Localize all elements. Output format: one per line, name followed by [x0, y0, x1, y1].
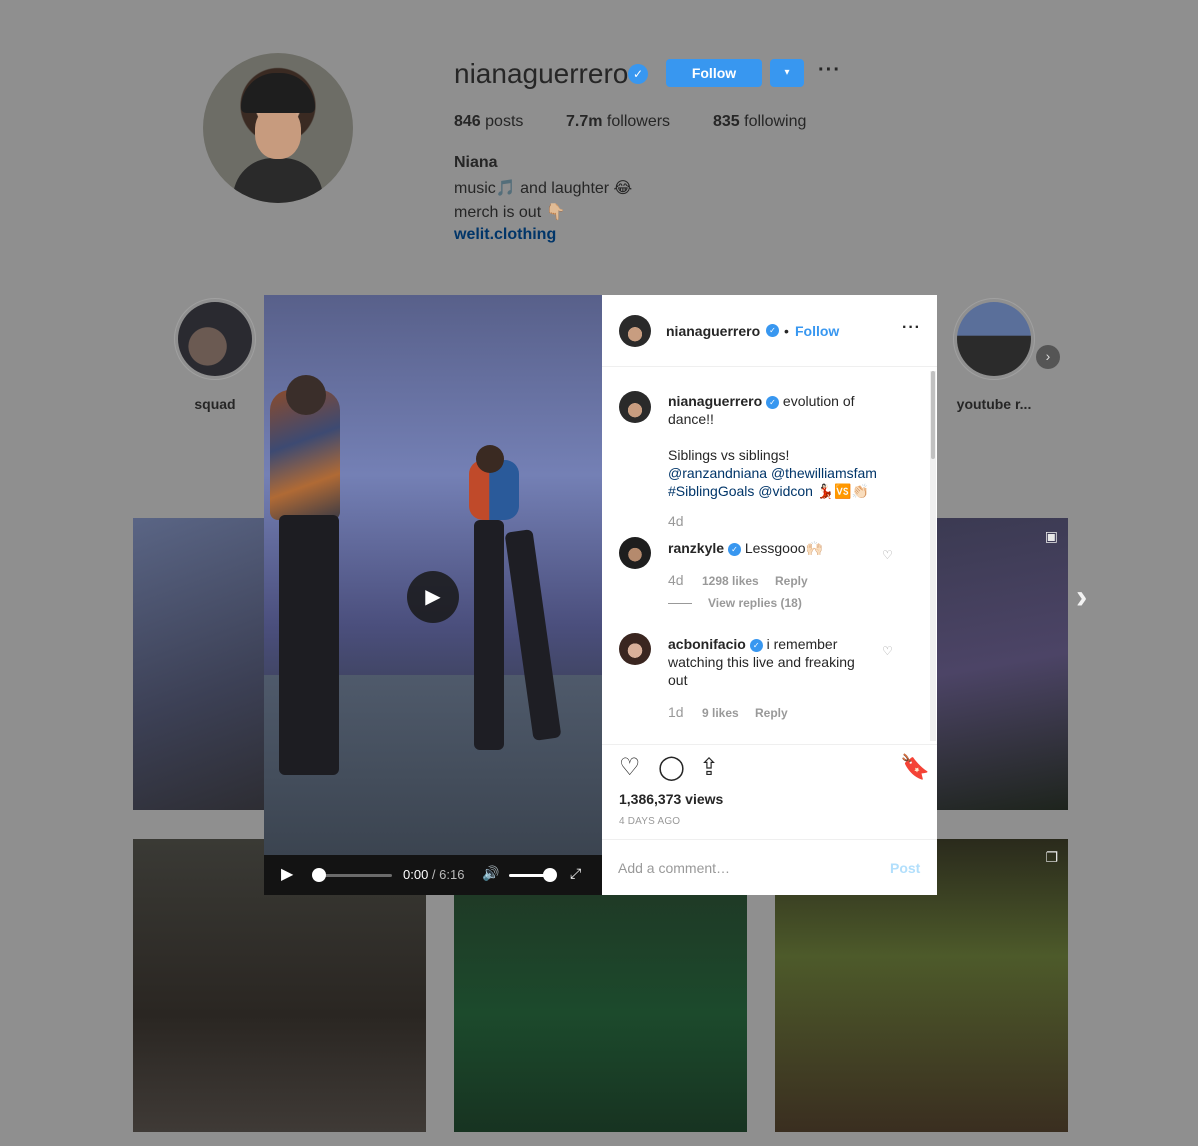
multiple-posts-icon: ❐	[1045, 849, 1058, 865]
highlight-youtube[interactable]: youtube r...	[953, 298, 1035, 412]
comments-scrollbar-thumb[interactable]	[931, 371, 935, 459]
reply-button[interactable]: Reply	[755, 706, 788, 720]
post-date: 4 DAYS AGO	[619, 816, 681, 827]
play-icon[interactable]: ▶	[281, 864, 293, 884]
highlight-label: youtube r...	[956, 396, 1032, 412]
header-follow-button[interactable]: Follow	[795, 323, 839, 339]
view-count[interactable]: 1,386,373 views	[619, 791, 723, 807]
avatar[interactable]	[619, 537, 651, 569]
stat-followers[interactable]: 7.7m followers	[566, 113, 670, 131]
mention-link[interactable]: @thewilliamsfam	[771, 465, 877, 481]
separator-dot: •	[784, 323, 789, 339]
follow-button[interactable]: Follow	[666, 59, 762, 87]
comment-username[interactable]: acbonifacio	[668, 636, 746, 652]
suggestions-dropdown-button[interactable]: ▾	[770, 59, 804, 87]
caption-username[interactable]: nianaguerrero	[668, 393, 762, 409]
post-options-icon[interactable]: ···	[902, 319, 921, 337]
bio-link[interactable]: welit.clothing	[454, 226, 556, 244]
profile-avatar[interactable]	[203, 53, 353, 203]
dancer-figure	[476, 445, 504, 473]
view-replies-button[interactable]: View replies (18)	[668, 596, 802, 610]
dancer-figure	[279, 515, 339, 775]
verified-badge-icon: ✓	[766, 395, 780, 409]
highlight-squad[interactable]: squad	[174, 298, 256, 412]
video-controls: ▶ 0:00 / 6:16 🔊 ⤢	[264, 855, 602, 895]
volume-icon[interactable]: 🔊	[482, 865, 499, 882]
dancer-figure	[286, 375, 326, 415]
grid-post-thumbnail[interactable]: ▣	[937, 518, 1068, 810]
verified-badge-icon: ✓	[628, 64, 648, 84]
comment-bubble-icon[interactable]: ◯	[658, 756, 685, 780]
bio-line: merch is out 👇🏼	[454, 204, 566, 221]
caption-timestamp: 4d	[668, 513, 684, 529]
like-comment-heart-icon[interactable]: ♡	[882, 548, 893, 562]
post-video[interactable]: ▶ ▶ 0:00 / 6:16 🔊 ⤢	[264, 295, 602, 895]
comment-bar: Add a comment… Post	[602, 839, 937, 895]
profile-username: nianaguerrero	[454, 58, 629, 89]
video-time: 0:00 / 6:16	[403, 867, 465, 882]
comment-timestamp: 4d	[668, 572, 684, 588]
comment-likes[interactable]: 9 likes	[702, 706, 739, 720]
save-bookmark-icon[interactable]: 🔖	[900, 756, 930, 780]
share-icon[interactable]: ⇪	[699, 756, 719, 780]
more-options-icon[interactable]: ···	[818, 59, 841, 82]
stat-following[interactable]: 835 following	[713, 113, 806, 131]
post-author-username[interactable]: nianaguerrero	[666, 323, 760, 339]
next-post-arrow-icon[interactable]: ›	[1076, 578, 1087, 617]
comment-username[interactable]: ranzkyle	[668, 540, 724, 556]
mention-link[interactable]: @ranzandniana	[668, 465, 767, 481]
like-comment-heart-icon[interactable]: ♡	[882, 644, 893, 658]
stat-posts: 846 posts	[454, 113, 524, 130]
bio-line: music🎵 and laughter 😂	[454, 180, 633, 197]
comment-likes[interactable]: 1298 likes	[702, 574, 759, 588]
post-header: nianaguerrero ✓ • Follow ···	[602, 295, 937, 367]
avatar[interactable]	[619, 633, 651, 665]
comment: acbonifacio ✓ i remember watching this l…	[668, 636, 855, 688]
volume-handle[interactable]	[543, 868, 557, 882]
verified-badge-icon: ✓	[749, 638, 763, 652]
grid-post-thumbnail[interactable]	[454, 895, 747, 1132]
comment-timestamp: 1d	[668, 704, 684, 720]
avatar[interactable]	[619, 391, 651, 423]
verified-badge-icon: ✓	[766, 324, 779, 337]
video-play-icon[interactable]: ▶	[407, 571, 459, 623]
post-details-panel: nianaguerrero ✓ • Follow ··· nianaguerre…	[602, 295, 937, 895]
comment: ranzkyle ✓ Lessgooo🙌🏻	[668, 540, 823, 556]
video-camera-icon: ▣	[1044, 528, 1058, 544]
post-comment-button[interactable]: Post	[890, 860, 920, 876]
hashtag-link[interactable]: #SiblingGoals	[668, 483, 754, 499]
highlights-next-arrow-icon[interactable]: ›	[1036, 345, 1060, 369]
avatar[interactable]	[619, 315, 651, 347]
mention-link[interactable]: @vidcon	[758, 483, 813, 499]
comment-input[interactable]: Add a comment…	[618, 860, 730, 876]
progress-handle[interactable]	[312, 868, 326, 882]
reply-button[interactable]: Reply	[775, 574, 808, 588]
verified-badge-icon: ✓	[727, 542, 741, 556]
bio-name: Niana	[454, 154, 498, 171]
dancer-figure	[474, 520, 504, 750]
highlight-label: squad	[194, 396, 236, 412]
grid-post-thumbnail[interactable]	[133, 518, 264, 810]
like-heart-icon[interactable]: ♡	[619, 756, 641, 780]
actions-divider	[602, 744, 937, 745]
fullscreen-icon[interactable]: ⤢	[570, 865, 581, 882]
post-caption: nianaguerrero ✓ evolution of dance!! Sib…	[668, 393, 877, 499]
